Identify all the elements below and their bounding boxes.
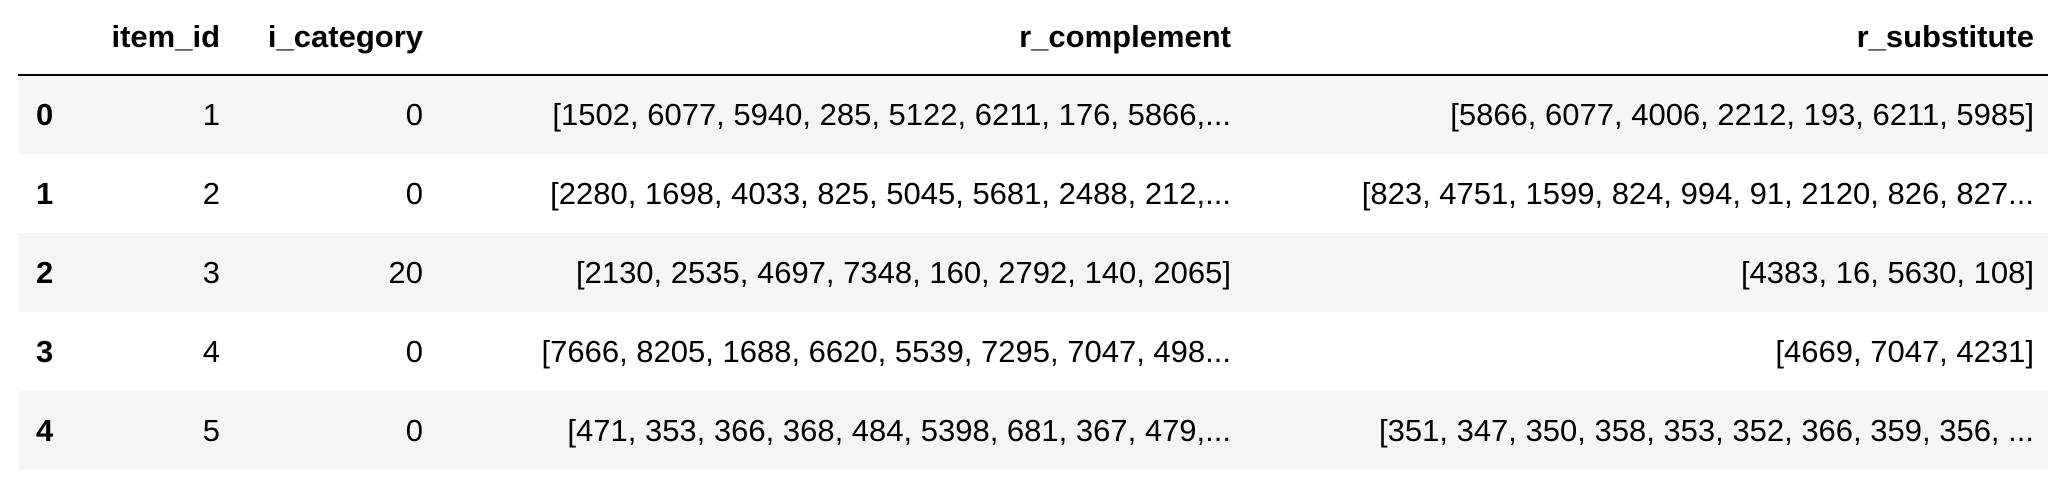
column-header-r-substitute: r_substitute	[1245, 0, 2048, 76]
row-index: 4	[36, 412, 54, 448]
column-header-item-id: item_id	[86, 0, 234, 76]
row-index: 3	[36, 333, 54, 369]
cell-r-complement: [2130, 2535, 4697, 7348, 160, 2792, 140,…	[575, 254, 1231, 290]
dataframe-output: item_id i_category r_complement r_substi…	[18, 0, 2048, 470]
header-row: item_id i_category r_complement r_substi…	[18, 0, 2048, 76]
cell-r-complement: [471, 353, 366, 368, 484, 5398, 681, 367…	[567, 412, 1231, 448]
cell-item-id: 1	[202, 97, 220, 132]
table-row: 0 1 0 [1502, 6077, 5940, 285, 5122, 6211…	[18, 75, 2048, 154]
table-header: item_id i_category r_complement r_substi…	[18, 0, 2048, 76]
table-row: 4 5 0 [471, 353, 366, 368, 484, 5398, 68…	[18, 391, 2048, 470]
cell-r-substitute: [4669, 7047, 4231]	[1775, 333, 2034, 369]
table-row: 2 3 20 [2130, 2535, 4697, 7348, 160, 279…	[18, 233, 2048, 312]
cell-item-id: 3	[202, 254, 220, 290]
index-header	[18, 0, 86, 76]
column-header-i-category: i_category	[234, 0, 437, 76]
table-body: 0 1 0 [1502, 6077, 5940, 285, 5122, 6211…	[18, 75, 2048, 470]
cell-i-category: 0	[405, 175, 423, 211]
cell-r-substitute: [823, 4751, 1599, 824, 994, 91, 2120, 82…	[1361, 175, 2034, 211]
cell-item-id: 2	[202, 175, 220, 211]
table-row: 3 4 0 [7666, 8205, 1688, 6620, 5539, 729…	[18, 312, 2048, 391]
cell-r-complement: [7666, 8205, 1688, 6620, 5539, 7295, 704…	[541, 333, 1232, 369]
table-row: 1 2 0 [2280, 1698, 4033, 825, 5045, 5681…	[18, 154, 2048, 233]
row-index: 2	[36, 254, 54, 290]
cell-r-substitute: [5866, 6077, 4006, 2212, 193, 6211, 5985…	[1450, 97, 2034, 132]
dataframe-table: item_id i_category r_complement r_substi…	[18, 0, 2048, 470]
cell-r-complement: [2280, 1698, 4033, 825, 5045, 5681, 2488…	[550, 175, 1231, 211]
cell-r-complement: [1502, 6077, 5940, 285, 5122, 6211, 176,…	[552, 97, 1231, 132]
row-index: 0	[36, 97, 54, 132]
cell-i-category: 20	[388, 254, 423, 290]
column-header-r-complement: r_complement	[437, 0, 1245, 76]
cell-i-category: 0	[405, 97, 423, 132]
cell-i-category: 0	[405, 333, 423, 369]
cell-item-id: 4	[202, 333, 220, 369]
cell-item-id: 5	[202, 412, 220, 448]
row-index: 1	[36, 175, 54, 211]
cell-i-category: 0	[405, 412, 423, 448]
cell-r-substitute: [4383, 16, 5630, 108]	[1740, 254, 2034, 290]
cell-r-substitute: [351, 347, 350, 358, 353, 352, 366, 359,…	[1379, 412, 2034, 448]
